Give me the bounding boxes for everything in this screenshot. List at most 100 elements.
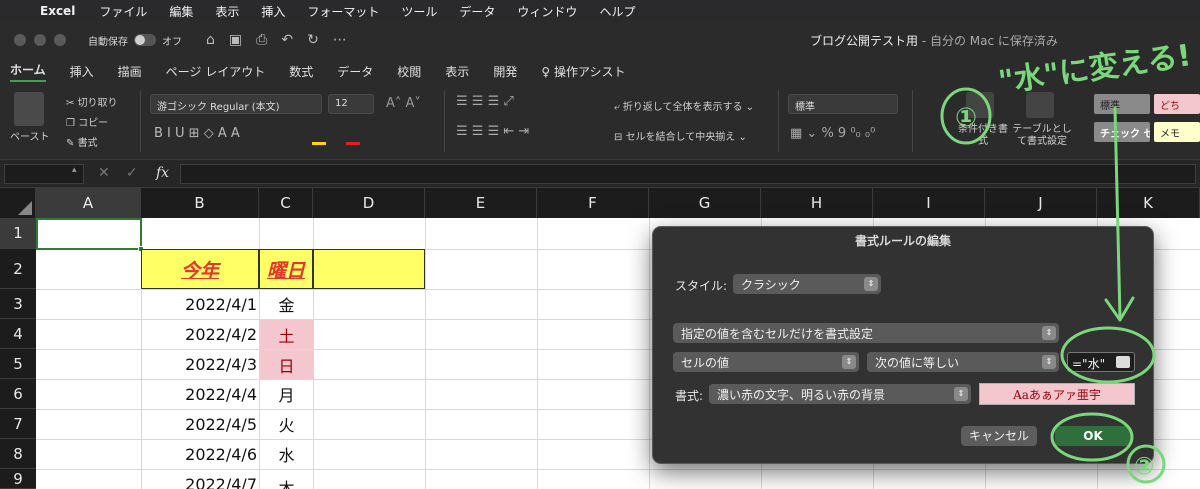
tab-developer[interactable]: 開発 xyxy=(493,63,517,80)
condition-operator-select[interactable]: 次の値に等しい ⇕ xyxy=(867,352,1059,372)
cell-c8[interactable]: 水 xyxy=(260,439,313,469)
menu-data[interactable]: データ xyxy=(459,3,495,20)
cell-d2[interactable] xyxy=(313,249,425,289)
menu-tools[interactable]: ツール xyxy=(401,3,437,20)
select-all-corner[interactable] xyxy=(0,188,36,218)
column-header-c[interactable]: C xyxy=(259,188,313,218)
column-header-b[interactable]: B xyxy=(141,188,259,218)
tab-data[interactable]: データ xyxy=(337,63,373,80)
cell-c3[interactable]: 金 xyxy=(260,289,313,319)
wrap-text-button[interactable]: ⤶ 折り返して全体を表示する ⌄ xyxy=(614,98,754,113)
cell-style-normal[interactable]: 標準 xyxy=(1094,94,1150,114)
accept-edit-icon[interactable]: ✓ xyxy=(126,165,138,181)
row-header-8[interactable]: 8 xyxy=(0,439,36,469)
cell-b7[interactable]: 2022/4/5 xyxy=(141,409,257,439)
conditional-format-label[interactable]: 条件付き書式 xyxy=(958,124,1008,148)
row-header-5[interactable]: 5 xyxy=(0,349,36,379)
tab-view[interactable]: 表示 xyxy=(445,63,469,80)
tab-formulas[interactable]: 数式 xyxy=(289,63,313,80)
format-painter-button[interactable]: ✎ 書式 xyxy=(66,134,98,149)
menu-help[interactable]: ヘルプ xyxy=(599,3,635,20)
column-header-h[interactable]: H xyxy=(761,188,873,218)
row-header-9[interactable]: 9 xyxy=(0,469,36,489)
column-header-a[interactable]: A xyxy=(36,188,141,218)
cancel-button[interactable]: キャンセル xyxy=(961,426,1037,446)
conditional-format-icon[interactable] xyxy=(966,92,994,118)
paste-label[interactable]: ペースト xyxy=(10,128,50,143)
font-style-buttons[interactable]: B I U ⊞ ◇ A A xyxy=(154,126,240,141)
cell-style-bad[interactable]: どち xyxy=(1154,94,1200,114)
menu-file[interactable]: ファイル xyxy=(99,3,147,20)
column-header-d[interactable]: D xyxy=(313,188,425,218)
cell-c9[interactable]: 木 xyxy=(260,469,313,489)
home-icon[interactable]: ⌂ xyxy=(206,32,215,48)
row-header-3[interactable]: 3 xyxy=(0,289,36,319)
condition-subject-select[interactable]: セルの値 ⇕ xyxy=(673,352,859,372)
menu-view[interactable]: 表示 xyxy=(215,3,239,20)
column-header-g[interactable]: G xyxy=(649,188,761,218)
cell-c2[interactable]: 曜日 xyxy=(259,249,313,289)
cell-c4[interactable]: 土 xyxy=(260,320,313,349)
menu-format[interactable]: フォーマット xyxy=(307,3,379,20)
cell-b3[interactable]: 2022/4/1 xyxy=(141,289,257,319)
tab-page-layout[interactable]: ページ レイアウト xyxy=(166,63,266,80)
row-header-1[interactable]: 1 xyxy=(0,218,36,249)
tab-tell-me[interactable]: ♀ 操作アシスト xyxy=(541,63,625,80)
cell-b4[interactable]: 2022/4/2 xyxy=(141,319,257,349)
save-icon[interactable]: ▣ xyxy=(229,32,242,48)
ok-button[interactable]: OK xyxy=(1055,426,1131,446)
cell-b2[interactable]: 今年 xyxy=(141,249,259,289)
grow-font-icon[interactable]: A˄ A˅ xyxy=(386,96,421,111)
table-format-label[interactable]: テーブルとして書式設定 xyxy=(1012,124,1072,148)
cell-style-memo[interactable]: メモ xyxy=(1154,122,1200,142)
row-header-4[interactable]: 4 xyxy=(0,319,36,349)
indent-buttons[interactable]: ☰ ☰ ☰ ⇤ ⇥ xyxy=(456,124,529,139)
formula-input[interactable] xyxy=(180,164,1196,184)
cell-b6[interactable]: 2022/4/4 xyxy=(141,379,257,409)
menu-window[interactable]: ウィンドウ xyxy=(517,3,577,20)
zoom-window-button[interactable] xyxy=(54,34,66,46)
minimize-window-button[interactable] xyxy=(34,34,46,46)
font-name-select[interactable]: 游ゴシック Regular (本文) xyxy=(150,94,322,114)
tab-draw[interactable]: 描画 xyxy=(118,63,142,80)
number-format-buttons[interactable]: ▦ ⌄ % 9 ⁰₀ ₀⁰ xyxy=(790,126,875,141)
cut-button[interactable]: ✂ 切り取り xyxy=(66,94,118,109)
name-box-stepper-icon[interactable]: ▴ xyxy=(72,165,77,175)
align-buttons[interactable]: ☰ ☰ ☰ ⤢ xyxy=(456,94,514,109)
column-header-f[interactable]: F xyxy=(537,188,649,218)
cell-b8[interactable]: 2022/4/6 xyxy=(141,439,257,469)
cell-c5[interactable]: 日 xyxy=(260,350,313,379)
cell-c6[interactable]: 月 xyxy=(260,379,313,409)
paste-icon[interactable] xyxy=(14,92,44,126)
column-header-k[interactable]: K xyxy=(1097,188,1200,218)
autosave-toggle[interactable]: 自動保存 オフ xyxy=(88,33,182,48)
menu-insert[interactable]: 挿入 xyxy=(261,3,285,20)
row-header-2[interactable]: 2 xyxy=(0,249,36,289)
tab-home[interactable]: ホーム xyxy=(10,61,46,82)
undo-icon[interactable]: ↶ xyxy=(281,32,293,48)
cancel-edit-icon[interactable]: ✕ xyxy=(98,165,110,181)
rule-type-select[interactable]: 指定の値を含むセルだけを書式設定 ⇕ xyxy=(673,323,1059,343)
column-header-e[interactable]: E xyxy=(425,188,537,218)
tab-insert[interactable]: 挿入 xyxy=(70,63,94,80)
font-size-select[interactable]: 12 xyxy=(328,94,374,114)
close-window-button[interactable] xyxy=(14,34,26,46)
copy-button[interactable]: ❐ コピー xyxy=(66,114,108,129)
condition-value-input[interactable]: ="水" xyxy=(1067,352,1135,372)
menu-edit[interactable]: 編集 xyxy=(169,3,193,20)
table-format-icon[interactable] xyxy=(1026,92,1054,118)
row-header-6[interactable]: 6 xyxy=(0,379,36,409)
tab-review[interactable]: 校閲 xyxy=(397,63,421,80)
more-icon[interactable]: ⋯ xyxy=(333,32,347,48)
merge-center-button[interactable]: ⊟ セルを結合して中央揃え ⌄ xyxy=(614,128,747,143)
format-select[interactable]: 濃い赤の文字、明るい赤の背景 ⇕ xyxy=(709,384,971,404)
number-format-select[interactable]: 標準 xyxy=(788,94,898,114)
row-header-7[interactable]: 7 xyxy=(0,409,36,439)
range-picker-icon[interactable] xyxy=(1116,356,1130,368)
insert-function-icon[interactable]: fx xyxy=(156,165,169,181)
column-header-j[interactable]: J xyxy=(985,188,1097,218)
menu-app-name[interactable]: Excel xyxy=(40,4,75,18)
style-select[interactable]: クラシック ⇕ xyxy=(733,274,881,294)
column-header-i[interactable]: I xyxy=(873,188,985,218)
redo-icon[interactable]: ↻ xyxy=(307,32,319,48)
